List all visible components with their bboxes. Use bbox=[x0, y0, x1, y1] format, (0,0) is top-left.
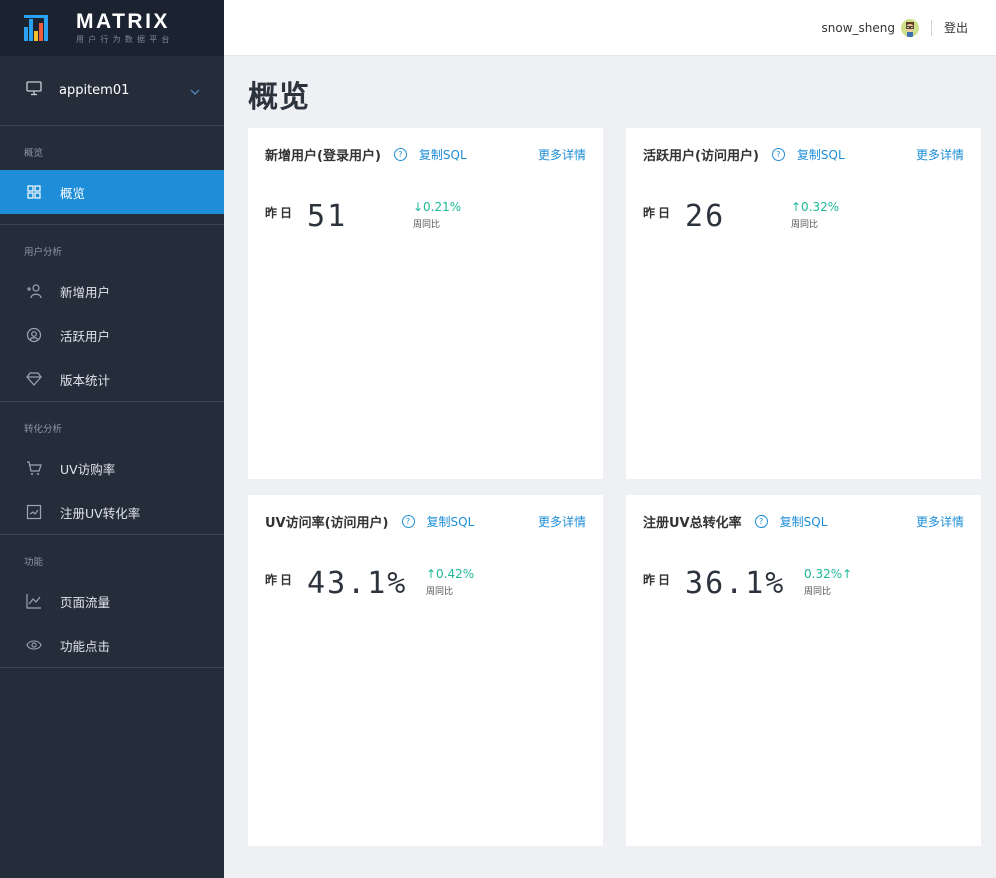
stat-value: 51 bbox=[307, 199, 348, 234]
sidebar-item-label: 新增用户 bbox=[60, 284, 111, 300]
sidebar: MATRIX 用户行为数据平台 appitem01 概览 概览 用户分析 新增用… bbox=[0, 0, 224, 878]
sidebar-item-overview[interactable]: 概览 bbox=[0, 170, 224, 214]
sidebar-item-label: 概览 bbox=[60, 185, 86, 201]
change-label: 周同比 bbox=[804, 587, 832, 597]
chevron-down-icon bbox=[190, 84, 200, 98]
sidebar-item-feature-clicks[interactable]: 功能点击 bbox=[0, 623, 224, 667]
help-icon[interactable]: ? bbox=[393, 147, 407, 161]
nav-group-title: 用户分析 bbox=[24, 247, 63, 258]
logout-link[interactable]: 登出 bbox=[944, 19, 968, 36]
metric-card-active-users: 活跃用户(访问用户) ? 复制SQL 更多详情 昨日 26 ↑0.32% 周同比 bbox=[626, 128, 981, 479]
sidebar-item-label: 活跃用户 bbox=[60, 328, 111, 344]
card-title: 新增用户(登录用户) bbox=[265, 148, 381, 164]
copy-sql-link[interactable]: 复制SQL bbox=[427, 513, 475, 530]
stat-label: 昨日 bbox=[265, 206, 296, 220]
sidebar-item-page-traffic[interactable]: 页面流量 bbox=[0, 579, 224, 623]
nav-group-user-analysis: 用户分析 新增用户 活跃用户 版本统计 bbox=[0, 225, 224, 402]
username[interactable]: snow_sheng bbox=[822, 21, 895, 35]
sidebar-item-active-users[interactable]: 活跃用户 bbox=[0, 313, 224, 357]
sidebar-item-new-users[interactable]: 新增用户 bbox=[0, 269, 224, 313]
metric-card-register-uv-rate: 注册UV总转化率 ? 复制SQL 更多详情 昨日 36.1% 0.32%↑ 周同… bbox=[626, 495, 981, 846]
metric-card-uv-visit-rate: UV访问率(访问用户) ? 复制SQL 更多详情 昨日 43.1% ↑0.42%… bbox=[248, 495, 603, 846]
nav-group-features: 功能 页面流量 功能点击 bbox=[0, 535, 224, 668]
more-details-link[interactable]: 更多详情 bbox=[916, 146, 964, 163]
copy-sql-link[interactable]: 复制SQL bbox=[780, 513, 828, 530]
change-label: 周同比 bbox=[413, 220, 441, 230]
diamond-icon bbox=[26, 371, 42, 387]
sidebar-item-version-stats[interactable]: 版本统计 bbox=[0, 357, 224, 401]
logo-bar: MATRIX 用户行为数据平台 bbox=[0, 0, 224, 56]
change-label: 周同比 bbox=[426, 587, 454, 597]
stat-value: 43.1% bbox=[307, 566, 408, 601]
nav-group-title: 功能 bbox=[24, 557, 44, 568]
stat-change: 0.32%↑ 周同比 bbox=[804, 567, 852, 597]
nav-group-title: 转化分析 bbox=[24, 424, 63, 435]
chart-box-icon bbox=[26, 504, 42, 520]
dashboard-icon bbox=[26, 184, 42, 200]
cart-icon bbox=[26, 460, 42, 476]
sidebar-item-register-uv-rate[interactable]: 注册UV转化率 bbox=[0, 490, 224, 534]
nav-group-title: 概览 bbox=[24, 148, 44, 159]
app-selector[interactable]: appitem01 bbox=[0, 56, 224, 126]
sidebar-item-label: 功能点击 bbox=[60, 638, 111, 654]
card-title: 注册UV总转化率 bbox=[643, 515, 742, 531]
brand-name: MATRIX bbox=[76, 10, 170, 33]
sidebar-item-label: 页面流量 bbox=[60, 594, 111, 610]
monitor-icon bbox=[26, 81, 42, 100]
copy-sql-link[interactable]: 复制SQL bbox=[797, 146, 845, 163]
stat-label: 昨日 bbox=[643, 573, 674, 587]
nav-group-conversion: 转化分析 UV访购率 注册UV转化率 bbox=[0, 402, 224, 535]
change-value: ↑0.42% bbox=[426, 567, 475, 581]
sidebar-item-label: 版本统计 bbox=[60, 372, 111, 388]
avatar[interactable] bbox=[900, 18, 919, 37]
stat-change: ↑0.32% 周同比 bbox=[791, 200, 839, 230]
stat-change: ↑0.42% 周同比 bbox=[426, 567, 474, 597]
more-details-link[interactable]: 更多详情 bbox=[538, 146, 586, 163]
top-bar: snow_sheng 登出 bbox=[224, 0, 996, 56]
header-divider bbox=[930, 19, 932, 36]
line-chart-icon bbox=[26, 593, 42, 609]
copy-sql-link[interactable]: 复制SQL bbox=[419, 146, 467, 163]
change-value: ↑0.32% bbox=[791, 200, 840, 214]
change-value: 0.32%↑ bbox=[804, 567, 853, 581]
more-details-link[interactable]: 更多详情 bbox=[538, 513, 586, 530]
add-user-icon bbox=[26, 283, 42, 299]
help-icon[interactable]: ? bbox=[754, 514, 768, 528]
change-value: ↓0.21% bbox=[413, 200, 462, 214]
stat-value: 26 bbox=[685, 199, 726, 234]
more-details-link[interactable]: 更多详情 bbox=[916, 513, 964, 530]
help-icon[interactable]: ? bbox=[401, 514, 415, 528]
brand-subtitle: 用户行为数据平台 bbox=[76, 35, 174, 44]
change-label: 周同比 bbox=[791, 220, 819, 230]
nav-group-overview: 概览 概览 bbox=[0, 126, 224, 225]
sidebar-item-uv-purchase-rate[interactable]: UV访购率 bbox=[0, 446, 224, 490]
page-title: 概览 bbox=[248, 80, 310, 115]
card-title: 活跃用户(访问用户) bbox=[643, 148, 759, 164]
metric-card-new-users: 新增用户(登录用户) ? 复制SQL 更多详情 昨日 51 ↓0.21% 周同比 bbox=[248, 128, 603, 479]
sidebar-item-label: 注册UV转化率 bbox=[60, 505, 141, 521]
stat-change: ↓0.21% 周同比 bbox=[413, 200, 461, 230]
help-icon[interactable]: ? bbox=[771, 147, 785, 161]
stat-value: 36.1% bbox=[685, 566, 786, 601]
eye-icon bbox=[26, 637, 42, 653]
matrix-logo-icon bbox=[24, 15, 50, 41]
sidebar-item-label: UV访购率 bbox=[60, 461, 116, 477]
user-circle-icon bbox=[26, 327, 42, 343]
app-selector-value: appitem01 bbox=[59, 83, 130, 98]
stat-label: 昨日 bbox=[265, 573, 296, 587]
stat-label: 昨日 bbox=[643, 206, 674, 220]
card-title: UV访问率(访问用户) bbox=[265, 515, 389, 531]
